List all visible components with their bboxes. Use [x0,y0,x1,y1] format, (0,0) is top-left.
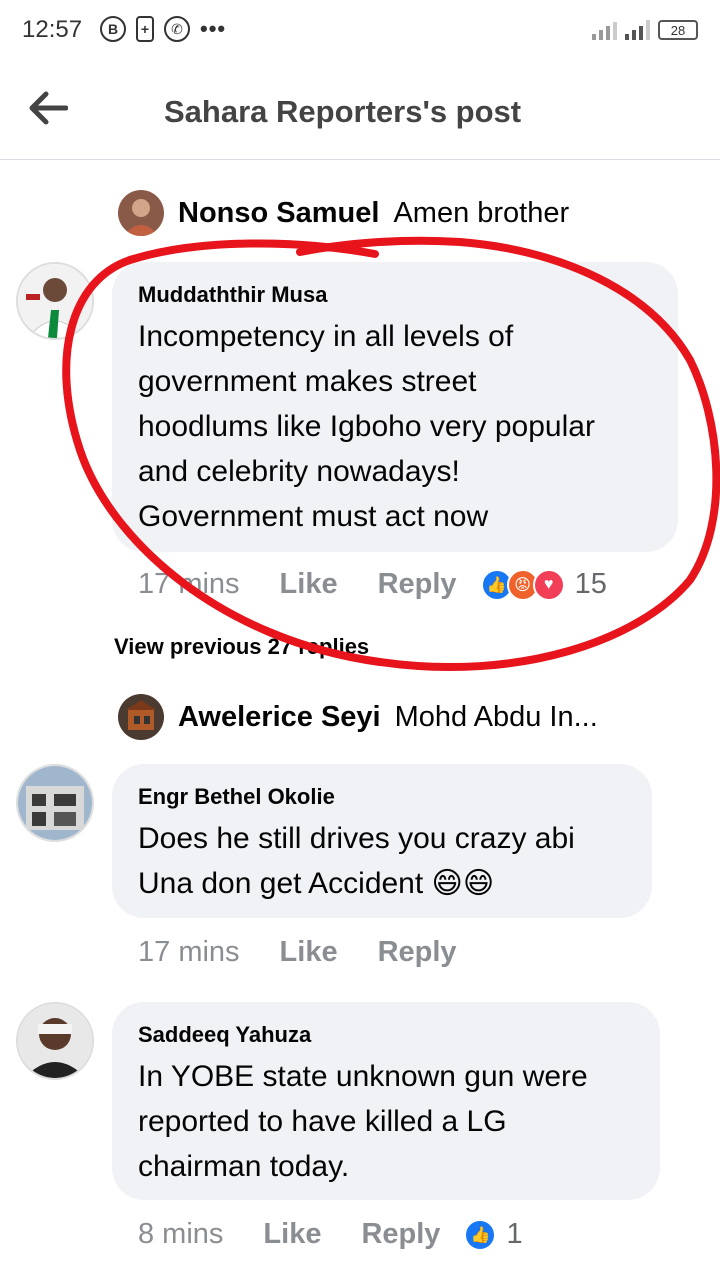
comment-line: reported to have killed a LG [138,1105,507,1138]
comment-line: In YOBE state unknown gun were [138,1060,588,1093]
page-title: Sahara Reporters's post [164,94,522,129]
reaction-count: 15 [574,568,607,600]
reply-button[interactable]: Reply [378,936,457,969]
avatar[interactable] [16,764,94,842]
comment-line: hoodlums like Igboho very popular [138,410,595,443]
collapsed-reply-awelerice[interactable]: Awelerice Seyi Mohd Abdu In... [118,692,598,742]
b-circle-icon: B [100,16,126,42]
avatar[interactable] [16,262,94,340]
comment-bubble[interactable]: Saddeeq Yahuza In YOBE state unknown gun… [112,1002,660,1200]
comment-bubble[interactable]: Engr Bethel Okolie Does he still drives … [112,764,652,918]
comment-line: government makes street [138,365,477,398]
post-header: Sahara Reporters's post [0,64,720,160]
whatsapp-icon: ✆ [164,16,190,42]
comment-time: 17 mins [138,936,240,968]
comment-preview: Mohd Abdu In... [394,700,598,733]
comment-actions: 17 mins Like Reply 👍 😡 ♥ 15 [138,568,607,601]
comment-actions: 17 mins Like Reply [138,936,457,969]
comment-line: chairman today. [138,1150,350,1183]
view-previous-replies-link[interactable]: View previous 27 replies [114,634,369,660]
like-button[interactable]: Like [263,1218,321,1251]
status-time: 12:57 [22,16,83,43]
reply-button[interactable]: Reply [361,1218,440,1251]
status-bar: 12:57 B + ✆ ••• 28 [0,0,720,64]
comment-line: and celebrity nowadays! [138,455,460,488]
commenter-name[interactable]: Engr Bethel Okolie [138,784,626,810]
love-reaction-icon: ♥ [532,568,565,601]
reactions[interactable]: 👍 1 [464,1218,523,1251]
like-button[interactable]: Like [280,936,338,969]
comment-line: Una don get Accident 😄😄 [138,867,495,900]
battery-saver-icon: + [136,16,154,42]
comment-text: Does he still drives you crazy abi Una d… [138,816,626,906]
battery-icon: 28 [658,20,698,40]
comment-text: Incompetency in all levels of government… [138,314,652,539]
comment-actions: 8 mins Like Reply 👍 1 [138,1218,523,1251]
more-notifications-icon: ••• [200,16,227,41]
comment-line: Incompetency in all levels of [138,320,514,353]
comment-preview: Amen brother [393,196,570,229]
signal-h-plus-icon [625,18,650,40]
like-button[interactable]: Like [280,568,338,601]
status-system-icons: 28 [592,18,698,40]
back-arrow-icon[interactable] [28,90,68,126]
commenter-name[interactable]: Saddeeq Yahuza [138,1022,634,1048]
status-notification-icons: B + ✆ ••• [100,16,226,42]
reactions[interactable]: 👍 😡 ♥ 15 [480,568,607,601]
avatar[interactable] [118,190,164,236]
commenter-name[interactable]: Nonso Samuel [178,197,379,230]
comment-line: Government must act now [138,500,489,533]
comment-text: In YOBE state unknown gun were reported … [138,1054,634,1189]
comment-time: 17 mins [138,568,240,600]
collapsed-reply-nonso[interactable]: Nonso Samuel Amen brother [118,188,569,238]
reply-button[interactable]: Reply [378,568,457,601]
avatar[interactable] [118,694,164,740]
reaction-count: 1 [506,1218,523,1250]
comment-line: Does he still drives you crazy abi [138,822,575,855]
avatar[interactable] [16,1002,94,1080]
like-reaction-icon: 👍 [464,1218,497,1251]
battery-level: 28 [670,22,686,38]
comment-bubble[interactable]: Muddaththir Musa Incompetency in all lev… [112,262,678,552]
commenter-name[interactable]: Muddaththir Musa [138,282,652,308]
signal-icon [592,18,617,40]
comment-time: 8 mins [138,1218,224,1250]
commenter-name[interactable]: Awelerice Seyi [178,701,381,734]
